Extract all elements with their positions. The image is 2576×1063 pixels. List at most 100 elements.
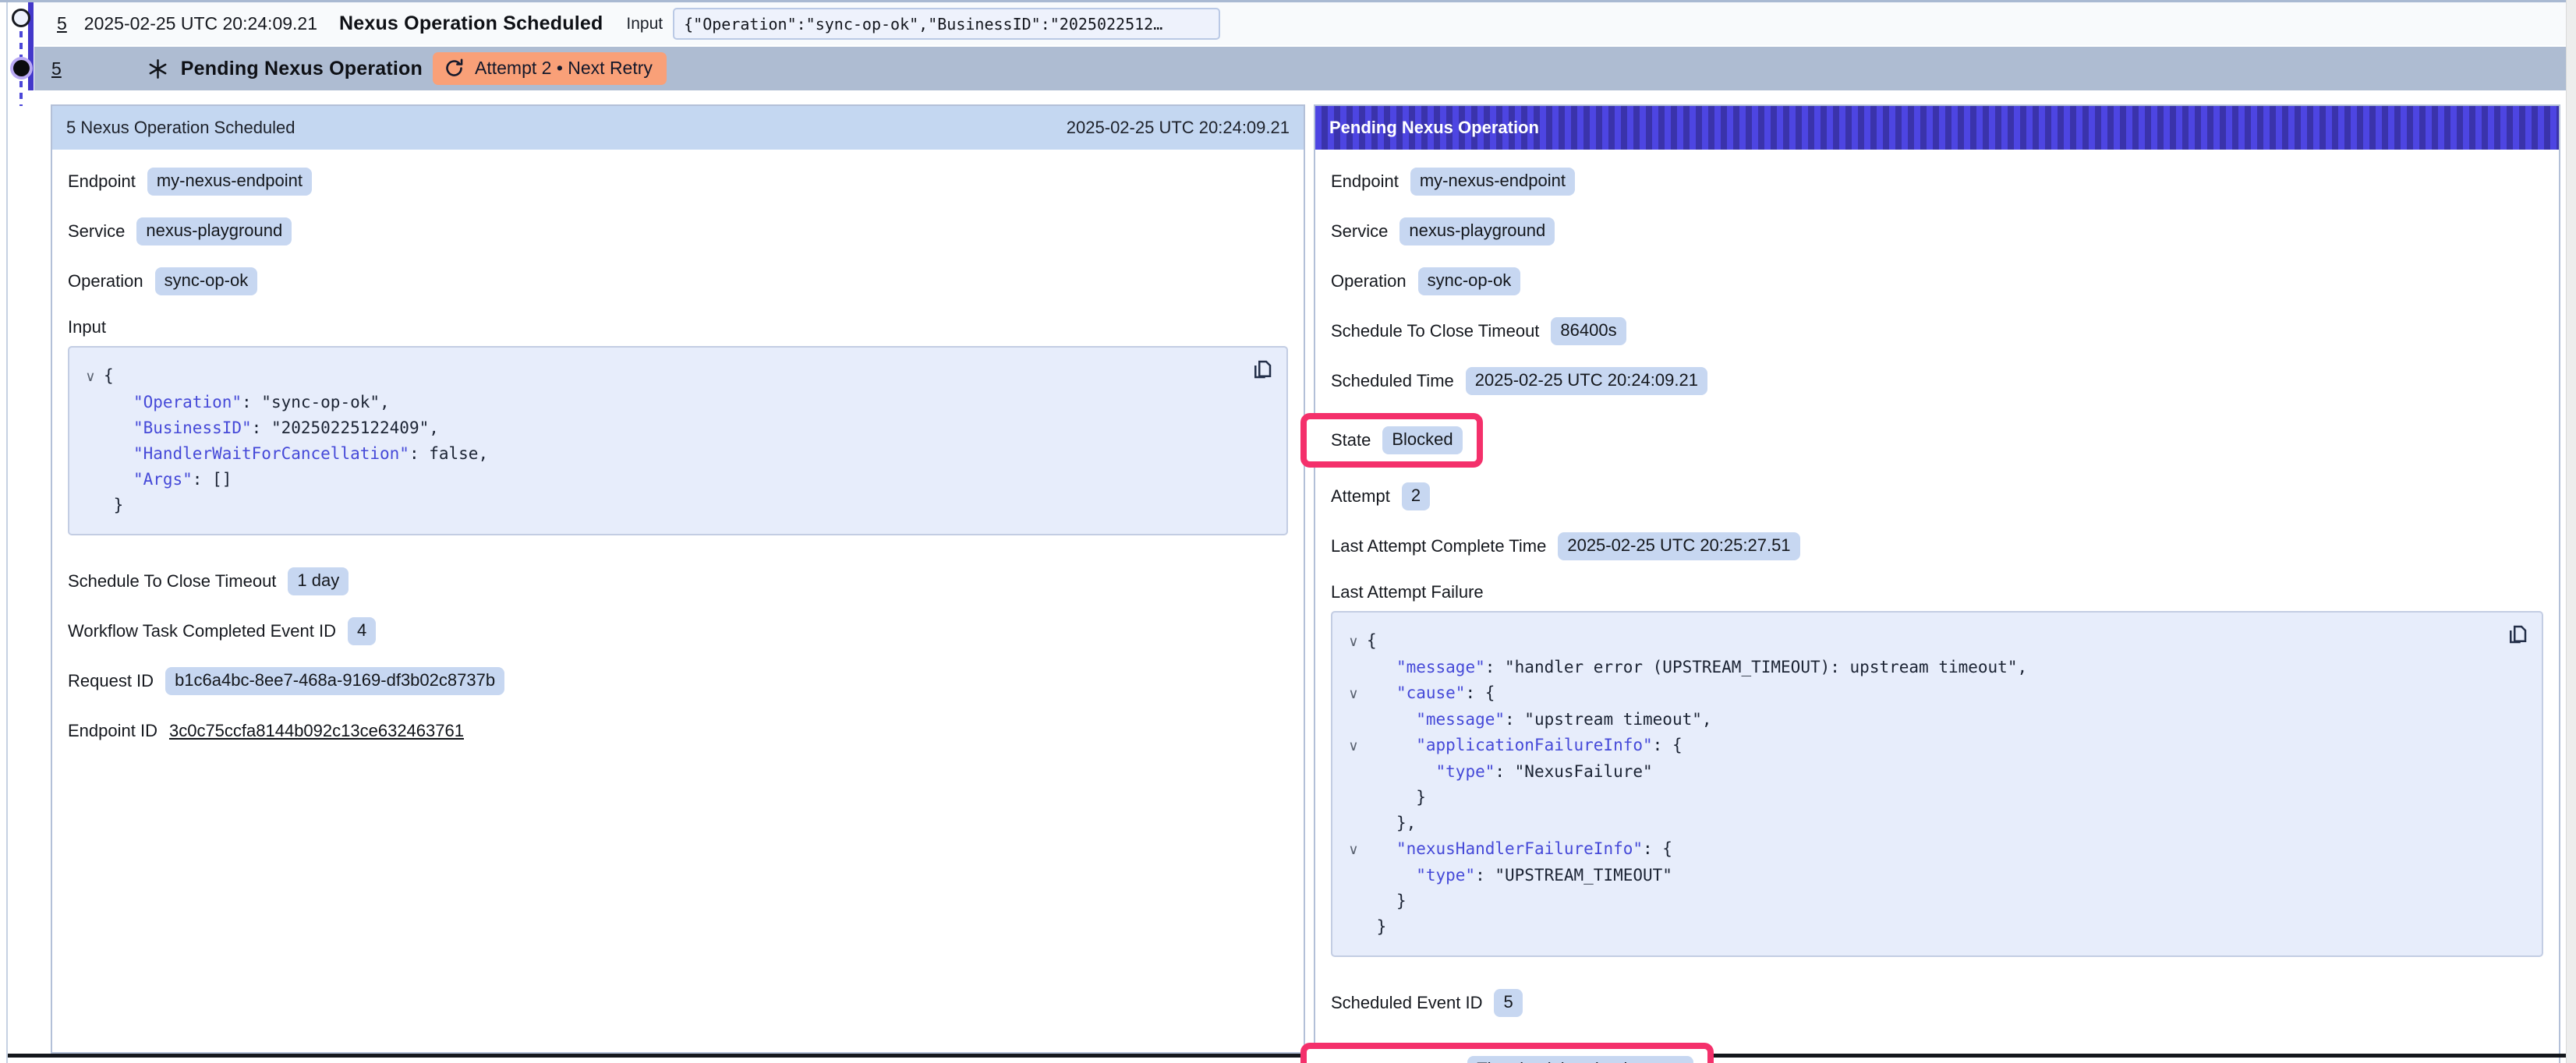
chevron-down-icon[interactable]: ∨ [77, 364, 104, 390]
chevron-down-icon[interactable]: ∨ [1340, 733, 1367, 759]
fields-top-group: Endpoint my-nexus-endpoint Service nexus… [1331, 167, 2543, 396]
json-indent [1367, 683, 1396, 702]
json-line: } [1340, 785, 2495, 810]
field-label: Endpoint [68, 171, 136, 192]
chevron-down-icon[interactable]: ∨ [1340, 681, 1367, 707]
detail-field-row: Operation sync-op-ok [68, 267, 1288, 296]
state-value-badge: Blocked [1382, 426, 1462, 454]
json-key: "Args" [133, 470, 193, 489]
json-value: : "UPSTREAM_TIMEOUT" [1475, 866, 1672, 885]
json-line: "type": "UPSTREAM_TIMEOUT" [1340, 863, 2495, 888]
detail-field-row: Operation sync-op-ok [1331, 267, 2543, 296]
chevron-down-icon[interactable]: ∨ [1340, 837, 1367, 863]
field-value-badge: 5 [1494, 989, 1522, 1017]
json-indent [1367, 762, 1436, 781]
temporal-event-history-screen: 5 2025-02-25 UTC 20:24:09.21 Nexus Opera… [0, 0, 2576, 1063]
input-section-label: Input [68, 316, 1288, 338]
panel-title: 5 Nexus Operation Scheduled [66, 118, 295, 138]
event-row-nexus-operation-scheduled[interactable]: 5 2025-02-25 UTC 20:24:09.21 Nexus Opera… [34, 2, 2576, 45]
pending-panel-header-striped: Pending Nexus Operation [1315, 106, 2559, 150]
fields-top-group: Endpoint my-nexus-endpoint Service nexus… [68, 167, 1288, 296]
field-value-badge: nexus-playground [1399, 217, 1555, 245]
failure-json-viewer: ∨{ "message": "handler error (UPSTREAM_T… [1331, 611, 2543, 957]
input-label: Input [626, 15, 663, 34]
timeline-dashed-connector [19, 81, 23, 106]
detail-field-row: Endpoint my-nexus-endpoint [68, 167, 1288, 196]
event-timestamp: 2025-02-25 UTC 20:24:09.21 [84, 13, 317, 34]
field-value-badge: 2025-02-25 UTC 20:25:27.51 [1558, 532, 1799, 560]
json-value: } [1396, 892, 1407, 910]
event-id-link[interactable]: 5 [51, 58, 62, 79]
field-value-badge: 2025-02-25 UTC 20:24:09.21 [1466, 367, 1707, 395]
json-indent [1367, 788, 1416, 807]
json-indent [1367, 710, 1416, 729]
input-json-viewer: ∨{ "Operation": "sync-op-ok", "BusinessI… [68, 346, 1288, 535]
endpoint-id-link[interactable]: 3c0c75ccfa8144b092c13ce632463761 [169, 721, 464, 741]
asterisk-icon [147, 58, 168, 79]
json-key: "type" [1436, 762, 1495, 781]
json-value: : [] [193, 470, 232, 489]
scrollbar[interactable] [2566, 0, 2576, 1063]
detail-field-row: Endpoint my-nexus-endpoint [1331, 167, 2543, 196]
json-key: "message" [1416, 710, 1505, 729]
json-value: } [1377, 917, 1387, 936]
panel-title: Pending Nexus Operation [1329, 118, 1539, 138]
json-indent [104, 418, 133, 437]
detail-field-row: Service nexus-playground [68, 217, 1288, 246]
json-line: } [1340, 914, 2495, 940]
fields-mid-group: Attempt 2 Last Attempt Complete Time 202… [1331, 482, 2543, 561]
json-indent [104, 393, 133, 411]
json-indent [1367, 814, 1396, 832]
event-id-link[interactable]: 5 [57, 13, 67, 34]
json-key: "cause" [1396, 683, 1466, 702]
field-label: Scheduled Time [1331, 371, 1454, 391]
field-label: Schedule To Close Timeout [1331, 321, 1539, 341]
json-line: }, [1340, 810, 2495, 836]
field-label: Operation [1331, 271, 1407, 291]
field-value-badge: 86400s [1551, 317, 1626, 345]
json-line: "Operation": "sync-op-ok", [77, 390, 1240, 415]
json-key: "applicationFailureInfo" [1416, 736, 1652, 754]
panel-timestamp: 2025-02-25 UTC 20:24:09.21 [1067, 118, 1290, 138]
json-lines: ∨{ "Operation": "sync-op-ok", "BusinessI… [77, 363, 1240, 518]
fields-bottom-group: Schedule To Close Timeout 1 day Workflow… [68, 567, 1288, 696]
json-value: : { [1643, 839, 1672, 858]
json-value: { [1367, 631, 1377, 650]
json-line: ∨{ [1340, 628, 2495, 655]
input-preview-chip[interactable]: {"Operation":"sync-op-ok","BusinessID":"… [673, 8, 1220, 40]
scheduled-event-id-row: Scheduled Event ID 5 [1331, 988, 2543, 1018]
json-value: : false, [409, 444, 488, 463]
field-value-badge: b1c6a4bc-8ee7-468a-9169-df3b02c8737b [165, 667, 504, 695]
json-line: "BusinessID": "20250225122409", [77, 415, 1240, 441]
json-line: } [77, 493, 1240, 518]
chevron-down-icon[interactable]: ∨ [1340, 629, 1367, 655]
json-indent [1367, 839, 1396, 858]
detail-field-row: Scheduled Time 2025-02-25 UTC 20:24:09.2… [1331, 366, 2543, 396]
json-key: "BusinessID" [133, 418, 252, 437]
field-label: Last Attempt Complete Time [1331, 536, 1546, 556]
json-indent [104, 444, 133, 463]
field-value-badge: 2 [1402, 482, 1430, 510]
json-lines: ∨{ "message": "handler error (UPSTREAM_T… [1340, 628, 2495, 940]
failure-section-label: Last Attempt Failure [1331, 581, 2543, 603]
json-value: } [1416, 788, 1426, 807]
field-value-badge: nexus-playground [136, 217, 292, 245]
json-key: "Operation" [133, 393, 242, 411]
json-line: ∨ "applicationFailureInfo": { [1340, 733, 2495, 759]
field-label: Request ID [68, 671, 154, 691]
copy-button[interactable] [1249, 357, 1276, 383]
field-value-badge: 1 day [288, 567, 349, 595]
detail-field-row: Schedule To Close Timeout 86400s [1331, 316, 2543, 346]
json-indent [104, 470, 133, 489]
json-value: : "NexusFailure" [1495, 762, 1652, 781]
expanded-group-bottom-border [8, 1054, 2566, 1058]
json-value: { [104, 366, 114, 385]
copy-icon [2506, 623, 2529, 646]
field-label: Service [1331, 221, 1388, 242]
copy-button[interactable] [2504, 622, 2531, 648]
json-line: ∨ "nexusHandlerFailureInfo": { [1340, 836, 2495, 863]
field-value-badge: sync-op-ok [155, 267, 258, 295]
field-label: Endpoint [1331, 171, 1399, 192]
field-label: Operation [68, 271, 143, 291]
event-row-pending-nexus-operation[interactable]: 5 Pending Nexus Operation Attempt 2 • Ne… [34, 47, 2576, 90]
